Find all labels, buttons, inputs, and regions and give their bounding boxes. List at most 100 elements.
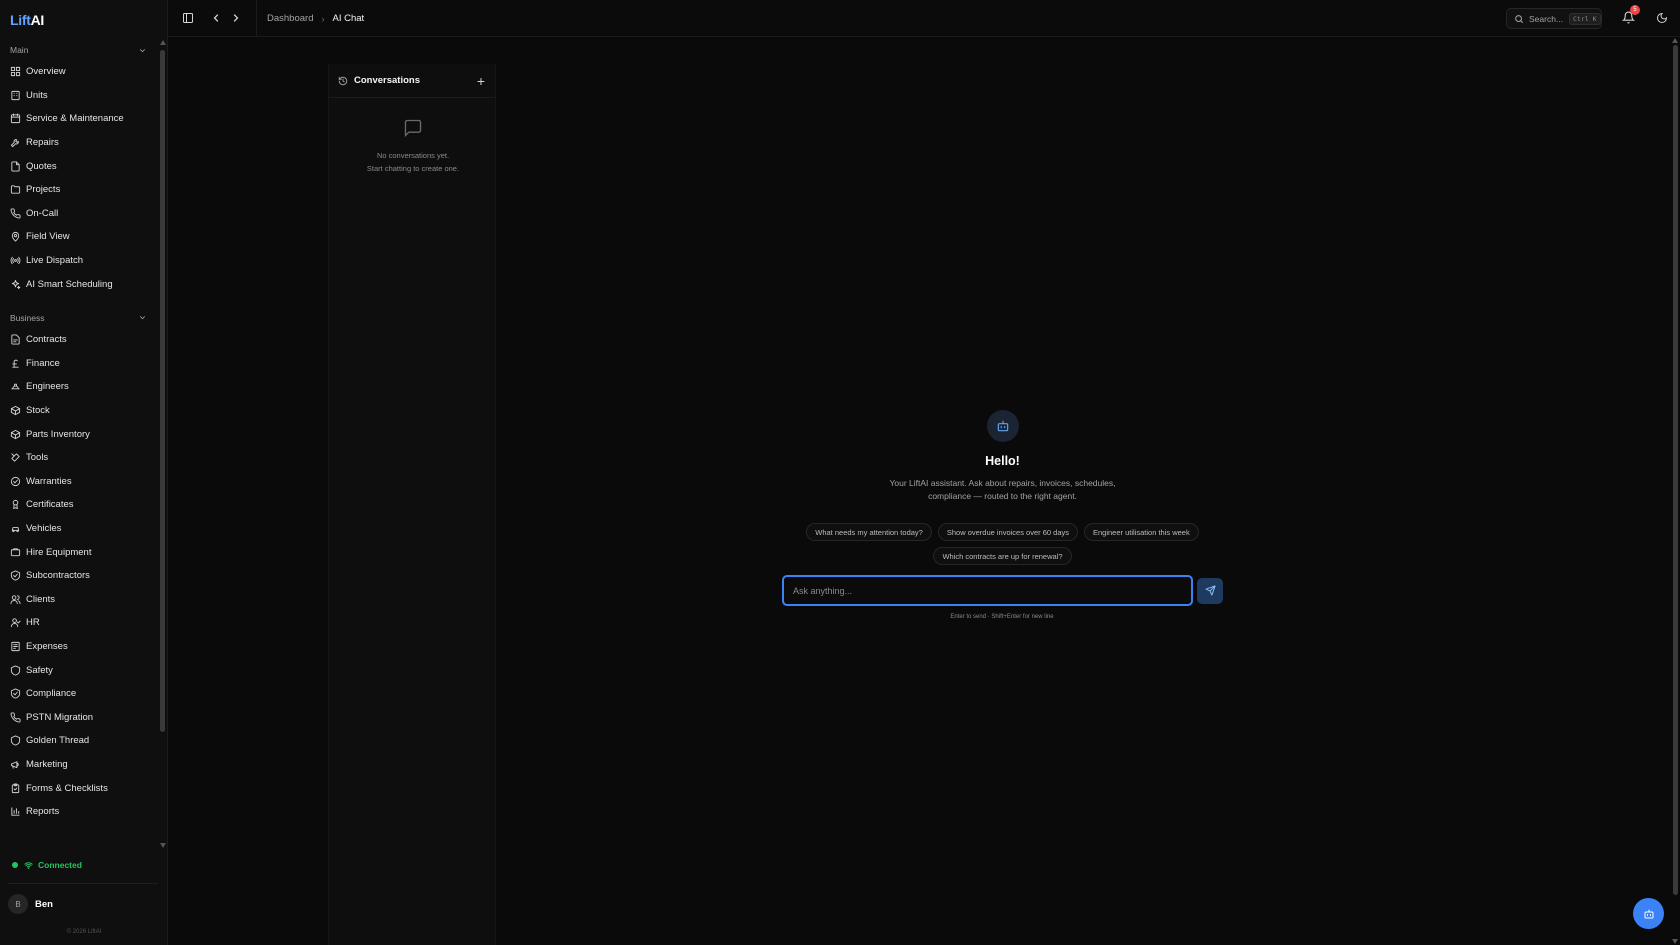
sidebar-item-label: Expenses <box>26 640 68 652</box>
history-icon <box>338 76 348 85</box>
sidebar-item-finance[interactable]: Finance <box>0 352 158 376</box>
suggestion-chip[interactable]: Engineer utilisation this week <box>1084 523 1199 541</box>
sidebar-item-label: Vehicles <box>26 522 62 534</box>
sidebar-item-subcontractors[interactable]: Subcontractors <box>0 564 158 588</box>
bot-icon <box>1644 909 1653 918</box>
sidebar-item-label: Contracts <box>26 334 67 346</box>
golden-thread-icon <box>10 735 21 746</box>
chevron-right-icon: › <box>321 13 325 24</box>
connection-status: Connected <box>12 860 82 870</box>
moon-icon[interactable] <box>1656 12 1668 24</box>
breadcrumb-dashboard[interactable]: Dashboard <box>267 13 313 24</box>
compliance-icon <box>10 688 21 699</box>
sidebar-item-label: Units <box>26 89 48 101</box>
sidebar-item-on-call[interactable]: On-Call <box>0 202 158 226</box>
message-square-icon <box>404 119 422 138</box>
chevron-down-icon <box>140 316 145 320</box>
sidebar-item-compliance[interactable]: Compliance <box>0 682 158 706</box>
back-icon[interactable] <box>210 12 222 24</box>
sidebar-item-live-dispatch[interactable]: Live Dispatch <box>0 249 158 273</box>
sidebar-item-label: Golden Thread <box>26 735 90 747</box>
sidebar-item-label: Repairs <box>26 137 59 149</box>
finance-icon <box>12 359 19 368</box>
sidebar-item-stock[interactable]: Stock <box>0 399 158 423</box>
suggestion-chip[interactable]: What needs my attention today? <box>806 523 932 541</box>
sidebar-item-expenses[interactable]: Expenses <box>0 635 158 659</box>
sidebar-item-clients[interactable]: Clients <box>0 587 158 611</box>
sidebar-item-label: HR <box>26 617 40 629</box>
search-icon <box>1515 14 1524 23</box>
chat-input[interactable] <box>782 575 1193 606</box>
hire-equipment-icon <box>10 547 21 556</box>
sidebar-item-label: Subcontractors <box>26 570 90 582</box>
sidebar-item-hr[interactable]: HR <box>0 611 158 635</box>
sidebar-item-projects[interactable]: Projects <box>0 178 158 202</box>
quotes-icon <box>11 161 20 172</box>
sidebar-item-label: Reports <box>26 806 60 818</box>
warranties-icon <box>10 476 21 486</box>
sidebar-item-label: Stock <box>26 405 50 417</box>
sidebar-item-forms-and-checklists[interactable]: Forms & Checklists <box>0 776 158 800</box>
sidebar-item-overview[interactable]: Overview <box>0 60 158 84</box>
sidebar-item-safety[interactable]: Safety <box>0 658 158 682</box>
sidebar-item-parts-inventory[interactable]: Parts Inventory <box>0 422 158 446</box>
sidebar-item-ai-smart-scheduling[interactable]: AI Smart Scheduling <box>0 272 158 296</box>
sidebar-section-main[interactable]: Main <box>0 40 158 60</box>
sidebar-item-engineers[interactable]: Engineers <box>0 375 158 399</box>
sidebar-scrollbar[interactable] <box>158 40 167 848</box>
new-conversation-button[interactable]: + <box>477 74 485 88</box>
sidebar-item-label: AI Smart Scheduling <box>26 278 113 290</box>
user-name: Ben <box>35 898 53 910</box>
sidebar-item-label: Field View <box>26 231 70 243</box>
top-bar: Dashboard › AI Chat Search... Ctrl K 5 <box>168 0 1680 37</box>
tools-icon <box>11 453 20 462</box>
send-button[interactable] <box>1197 577 1223 604</box>
sidebar-item-label: Certificates <box>26 499 74 511</box>
reports-icon <box>11 807 20 816</box>
search-label: Search... <box>1529 13 1564 24</box>
suggestion-chip[interactable]: Show overdue invoices over 60 days <box>937 523 1078 541</box>
greeting-subtitle: Your LiftAI assistant. Ask about repairs… <box>889 478 1116 501</box>
sidebar-item-quotes[interactable]: Quotes <box>0 154 158 178</box>
greeting-title: Hello! <box>985 454 1020 468</box>
status-dot <box>12 862 18 868</box>
hr-icon <box>10 618 21 628</box>
sidebar-item-label: Tools <box>26 452 49 464</box>
sidebar-item-reports[interactable]: Reports <box>0 800 158 824</box>
sidebar-section-business[interactable]: Business <box>0 308 158 328</box>
sidebar-item-label: Hire Equipment <box>26 546 92 558</box>
sidebar-item-vehicles[interactable]: Vehicles <box>0 517 158 541</box>
sidebar-toggle-icon[interactable] <box>182 12 194 24</box>
ai-assistant-fab[interactable] <box>1633 898 1664 929</box>
units-icon <box>11 90 20 100</box>
forms-and-checklists-icon <box>11 782 20 793</box>
sidebar-item-units[interactable]: Units <box>0 84 158 108</box>
sidebar-item-marketing[interactable]: Marketing <box>0 753 158 777</box>
conversations-empty-state: No conversations yet. Start chatting to … <box>329 118 497 175</box>
sidebar-item-service-and-maintenance[interactable]: Service & Maintenance <box>0 107 158 131</box>
sidebar-item-tools[interactable]: Tools <box>0 446 158 470</box>
app-logo[interactable]: LiftAI <box>10 12 44 28</box>
sidebar-item-repairs[interactable]: Repairs <box>0 131 158 155</box>
sidebar-item-golden-thread[interactable]: Golden Thread <box>0 729 158 753</box>
sidebar-item-field-view[interactable]: Field View <box>0 225 158 249</box>
sidebar-item-label: Service & Maintenance <box>26 113 124 125</box>
user-menu[interactable]: B Ben <box>8 894 53 914</box>
sidebar-item-warranties[interactable]: Warranties <box>0 470 158 494</box>
forward-icon[interactable] <box>230 12 242 24</box>
search-shortcut: Ctrl K <box>1569 12 1601 25</box>
sidebar-item-contracts[interactable]: Contracts <box>0 328 158 352</box>
chat-welcome: Hello! Your LiftAI assistant. Ask about … <box>780 410 1225 565</box>
conversations-header: Conversations + <box>329 64 495 98</box>
sidebar-item-hire-equipment[interactable]: Hire Equipment <box>0 540 158 564</box>
main-scrollbar[interactable] <box>1670 37 1680 945</box>
vehicles-icon <box>11 527 20 533</box>
sidebar-item-label: Finance <box>26 357 60 369</box>
certificates-icon <box>12 500 19 510</box>
sidebar-item-certificates[interactable]: Certificates <box>0 493 158 517</box>
search-button[interactable]: Search... Ctrl K <box>1506 8 1602 29</box>
sidebar-item-pstn-migration[interactable]: PSTN Migration <box>0 705 158 729</box>
sidebar-nav: Main Overview Units Service & Maintenance Re… <box>0 40 158 848</box>
sidebar-item-label: Clients <box>26 593 56 605</box>
suggestion-chip[interactable]: Which contracts are up for renewal? <box>933 547 1072 565</box>
